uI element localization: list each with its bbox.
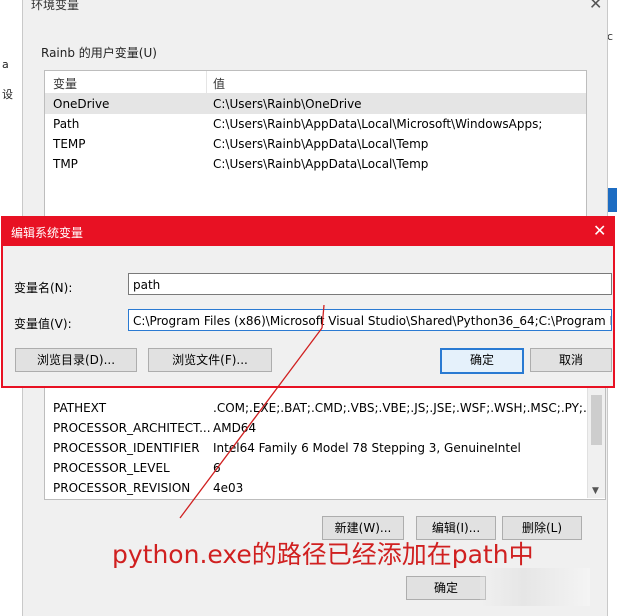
scrollbar-thumb[interactable] xyxy=(591,395,602,445)
variable-name: OneDrive xyxy=(53,97,110,111)
list-header: 变量 值 xyxy=(45,71,586,94)
user-variables-label: Rainb 的用户变量(U) xyxy=(41,46,157,60)
ok-button[interactable]: 确定 xyxy=(440,348,524,374)
variable-value: 4e03 xyxy=(213,481,244,495)
annotation-text: python.exe的路径已经添加在path中 xyxy=(112,540,534,569)
variable-value: .COM;.EXE;.BAT;.CMD;.VBS;.VBE;.JS;.JSE;.… xyxy=(213,401,604,415)
browse-file-button[interactable]: 浏览文件(F)... xyxy=(148,348,272,372)
cancel-button[interactable]: 取消 xyxy=(530,348,612,372)
list-item[interactable]: PROCESSOR_REVISION 4e03 xyxy=(45,478,585,498)
variable-name-field[interactable]: path xyxy=(128,273,612,295)
variable-name: PATHEXT xyxy=(53,401,107,415)
blurred-watermark xyxy=(480,568,590,606)
dialog-title: 编辑系统变量 xyxy=(11,226,84,240)
background-text-fragment: a xyxy=(2,58,9,71)
variable-value: C:\Users\Rainb\AppData\Local\Microsoft\W… xyxy=(213,117,543,131)
chevron-down-icon[interactable]: ▼ xyxy=(592,486,599,496)
column-header-value[interactable]: 值 xyxy=(213,75,225,92)
window-title: 环境变量 xyxy=(31,0,80,12)
list-item[interactable]: OneDrive C:\Users\Rainb\OneDrive xyxy=(45,94,586,114)
list-item[interactable]: PROCESSOR_LEVEL 6 xyxy=(45,458,585,478)
variable-name: PROCESSOR_REVISION xyxy=(53,481,191,495)
user-variables-list[interactable]: 变量 值 OneDrive C:\Users\Rainb\OneDrive Pa… xyxy=(44,70,587,222)
variable-name: PROCESSOR_IDENTIFIER xyxy=(53,441,200,455)
variable-value: C:\Users\Rainb\AppData\Local\Temp xyxy=(213,157,429,171)
variable-name: PROCESSOR_ARCHITECT... xyxy=(53,421,211,435)
edit-system-variable-dialog: 编辑系统变量 ✕ 变量名(N): path 变量值(V): C:\Program… xyxy=(1,216,615,388)
system-variables-list[interactable]: PATHEXT .COM;.EXE;.BAT;.CMD;.VBS;.VBE;.J… xyxy=(44,386,606,500)
variable-name: TEMP xyxy=(53,137,86,151)
vertical-scrollbar[interactable]: ▼ xyxy=(587,387,605,498)
variable-name: PROCESSOR_LEVEL xyxy=(53,461,170,475)
list-item[interactable]: PROCESSOR_IDENTIFIER Intel64 Family 6 Mo… xyxy=(45,438,585,458)
ok-button[interactable]: 确定 xyxy=(406,576,486,600)
close-icon[interactable]: ✕ xyxy=(593,221,606,240)
list-item[interactable]: PROCESSOR_ARCHITECT... AMD64 xyxy=(45,418,585,438)
variable-value-field[interactable]: C:\Program Files (x86)\Microsoft Visual … xyxy=(128,309,612,331)
column-divider[interactable] xyxy=(206,71,207,93)
background-text-fragment: 设 xyxy=(2,88,13,101)
list-item[interactable]: Path C:\Users\Rainb\AppData\Local\Micros… xyxy=(45,114,586,134)
variable-name: TMP xyxy=(53,157,78,171)
column-header-variable[interactable]: 变量 xyxy=(53,75,77,92)
list-item[interactable]: TEMP C:\Users\Rainb\AppData\Local\Temp xyxy=(45,134,586,154)
variable-name-label: 变量名(N): xyxy=(14,281,73,295)
list-item[interactable]: PATHEXT .COM;.EXE;.BAT;.CMD;.VBS;.VBE;.J… xyxy=(45,398,604,418)
variable-value: Intel64 Family 6 Model 78 Stepping 3, Ge… xyxy=(213,441,521,455)
variable-value: C:\Users\Rainb\OneDrive xyxy=(213,97,362,111)
variable-value: 6 xyxy=(213,461,221,475)
close-icon[interactable]: ✕ xyxy=(589,0,602,13)
variable-value: AMD64 xyxy=(213,421,257,435)
browse-directory-button[interactable]: 浏览目录(D)... xyxy=(15,348,137,372)
variable-value-label: 变量值(V): xyxy=(14,317,72,331)
variable-value: C:\Users\Rainb\AppData\Local\Temp xyxy=(213,137,429,151)
dialog-titlebar[interactable]: 编辑系统变量 ✕ xyxy=(3,218,613,246)
list-item[interactable]: TMP C:\Users\Rainb\AppData\Local\Temp xyxy=(45,154,586,174)
variable-name: Path xyxy=(53,117,80,131)
